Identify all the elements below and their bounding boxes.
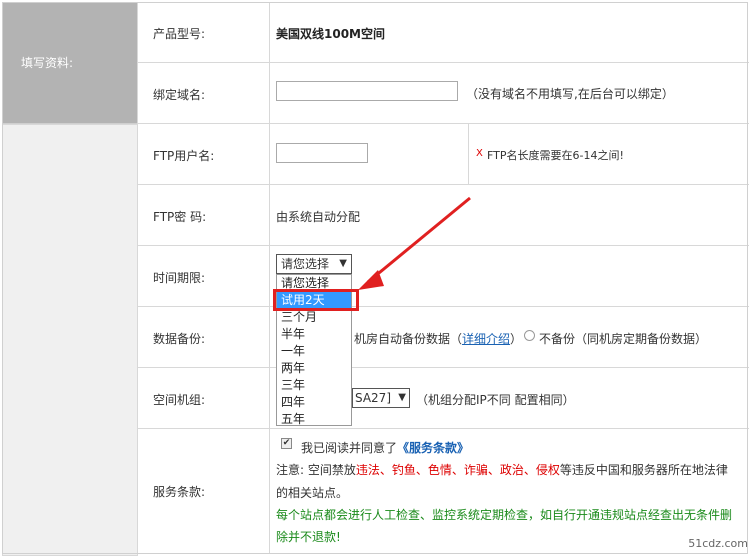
period-option[interactable]: 半年: [277, 326, 351, 343]
period-option[interactable]: 五年: [277, 411, 351, 428]
agree-checkbox[interactable]: ✔: [281, 438, 292, 449]
annotation-arrow-icon: [358, 196, 471, 290]
terms-note-line2: 的相关站点。: [276, 486, 349, 500]
watermark: 51cdz.com: [688, 537, 748, 550]
column-divider-left: [137, 2, 138, 554]
backup-option1-label: 机房自动备份数据（详细介绍）: [354, 330, 522, 347]
row-divider: [137, 123, 749, 124]
chevron-down-icon: ▼: [398, 392, 406, 403]
section-label: 填写资料:: [21, 56, 74, 70]
note-forbidden: 违法、钓鱼、色情、诈骗、政治、侵权: [355, 463, 560, 477]
row-divider: [137, 306, 749, 307]
backup-details-link[interactable]: 详细介绍: [462, 332, 510, 346]
domain-hint: （没有域名不用填写,在后台可以绑定）: [466, 87, 674, 101]
backup-label: 数据备份:: [153, 332, 206, 346]
product-label: 产品型号:: [153, 27, 206, 41]
row-divider: [137, 367, 749, 368]
domain-input[interactable]: [276, 81, 458, 101]
period-option[interactable]: 三个月: [277, 309, 351, 326]
period-option[interactable]: 两年: [277, 360, 351, 377]
terms-link[interactable]: 《服务条款》: [397, 441, 469, 455]
column-divider: [269, 2, 270, 554]
error-icon: X: [476, 148, 483, 159]
domain-label: 绑定域名:: [153, 88, 206, 102]
terms-note-line1: 注意: 空间禁放违法、钓鱼、色情、诈骗、政治、侵权等违反中国和服务器所在地法律: [276, 461, 728, 478]
section-header: 填写资料:: [2, 2, 138, 124]
period-label: 时间期限:: [153, 271, 206, 285]
terms-warning-line1: 每个站点都会进行人工检查、监控系统定期检查，如自行开通违规站点经查出无条件删: [276, 508, 733, 522]
product-value: 美国双线100M空间: [276, 27, 385, 41]
ftp-user-hint: FTP名长度需要在6-14之间!: [487, 149, 624, 162]
period-selected-value: 请您选择: [281, 257, 330, 271]
agree-line: 我已阅读并同意了《服务条款》: [301, 439, 469, 456]
backup-option1-text: 机房自动备份数据（: [354, 332, 463, 346]
order-form: 填写资料: 产品型号: 美国双线100M空间 绑定域名: （没有域名不用填写,在…: [0, 0, 754, 556]
server-group-value: SA27]: [355, 391, 391, 405]
ftp-user-input[interactable]: [276, 143, 368, 163]
period-option[interactable]: 三年: [277, 377, 351, 394]
backup-option2-label: 不备份（同机房定期备份数据）: [539, 332, 708, 346]
terms-warning-line2: 除并不退款!: [276, 530, 341, 544]
backup-option1-end: ）: [510, 332, 523, 346]
agree-text: 我已阅读并同意了: [301, 441, 398, 455]
ftp-hint-divider: [468, 124, 469, 184]
server-group-select[interactable]: SA27] ▼: [352, 388, 410, 408]
note-suffix: 等违反中国和服务器所在地法律: [559, 463, 728, 477]
server-group-label: 空间机组:: [153, 393, 206, 407]
ftp-pass-label: FTP密 码:: [153, 210, 207, 224]
period-option[interactable]: 四年: [277, 394, 351, 411]
server-group-hint: （机组分配IP不同 配置相同）: [416, 393, 575, 407]
row-divider: [137, 184, 749, 185]
row-divider: [137, 62, 749, 63]
section-side-blank: [2, 124, 138, 556]
terms-label: 服务条款:: [153, 485, 206, 499]
ftp-user-label: FTP用户名:: [153, 149, 215, 163]
note-prefix: 注意: 空间禁放: [276, 463, 356, 477]
period-option[interactable]: 一年: [277, 343, 351, 360]
backup-radio-none[interactable]: [524, 330, 535, 341]
row-divider: [137, 428, 749, 429]
